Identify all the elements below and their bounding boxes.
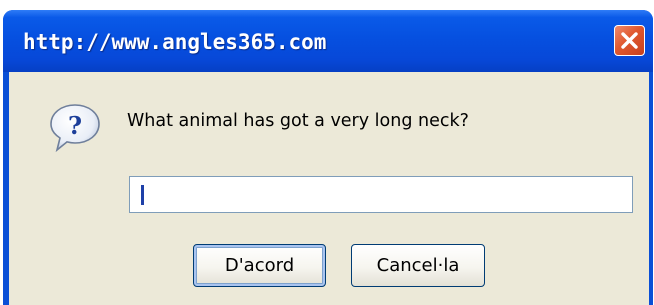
title-bar[interactable]: http://www.angles365.com xyxy=(3,10,653,72)
window-title: http://www.angles365.com xyxy=(23,30,327,54)
dialog-body: ? What animal has got a very long neck? … xyxy=(9,72,649,305)
ok-button[interactable]: D'acord xyxy=(193,244,326,287)
question-icon: ? xyxy=(50,104,100,153)
close-icon xyxy=(621,32,638,49)
answer-input[interactable] xyxy=(129,176,633,213)
prompt-dialog-window: http://www.angles365.com ? What animal h… xyxy=(3,10,653,305)
cancel-button[interactable]: Cancel·la xyxy=(351,244,485,287)
svg-text:?: ? xyxy=(68,111,82,140)
close-button[interactable] xyxy=(614,25,645,56)
prompt-text: What animal has got a very long neck? xyxy=(127,111,469,131)
text-caret xyxy=(141,185,144,205)
